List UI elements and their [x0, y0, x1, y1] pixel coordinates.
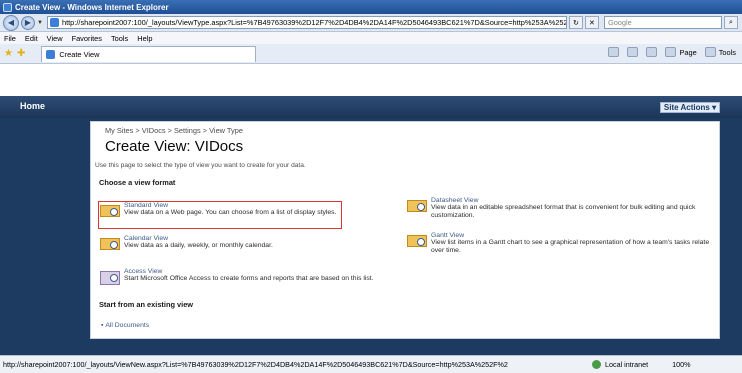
tab-page-icon [46, 49, 56, 59]
standard-view-icon [100, 205, 120, 217]
refresh-icon[interactable]: ↻ [568, 16, 583, 29]
feeds-icon[interactable] [627, 47, 639, 57]
menu-view[interactable]: View [47, 34, 63, 43]
datasheet-view-desc-2: customization. [431, 212, 475, 219]
access-view-link[interactable]: Access View [124, 268, 374, 275]
print-icon[interactable] [646, 47, 658, 57]
url-text: http://sharepoint2007:100/_layouts/ViewT… [61, 18, 567, 27]
command-bar: Page Tools [600, 47, 736, 57]
ie-icon [3, 2, 12, 12]
window-title: Create View - Windows Internet Explorer [15, 2, 169, 12]
menu-bar: File Edit View Favorites Tools Help [0, 32, 742, 44]
site-actions-label: Site Actions [663, 103, 710, 112]
url-input[interactable]: http://sharepoint2007:100/_layouts/ViewT… [46, 16, 567, 29]
status-bar: http://sharepoint2007:100/_layouts/ViewN… [0, 355, 742, 373]
search-input[interactable]: Google [603, 16, 722, 29]
back-icon[interactable]: ◀ [3, 14, 19, 31]
page-menu-icon[interactable] [665, 47, 677, 57]
standard-view-option[interactable]: Standard View View data on a Web page. Y… [100, 202, 336, 217]
zoom-level[interactable]: 100% [672, 360, 690, 369]
access-view-desc: Start Microsoft Office Access to create … [124, 275, 374, 282]
gantt-view-link[interactable]: Gantt View [431, 232, 709, 239]
choose-format-heading: Choose a view format [99, 178, 176, 187]
favorites-star-icon[interactable]: ★ [4, 48, 13, 59]
add-favorites-icon[interactable]: ✚ [17, 48, 25, 59]
calendar-view-option[interactable]: Calendar View View data as a daily, week… [100, 235, 273, 250]
tools-menu[interactable]: Tools [719, 48, 736, 57]
datasheet-view-option[interactable]: Datasheet View View data in an editable … [407, 197, 695, 220]
page-icon [49, 18, 59, 27]
content-panel: My Sites > VIDocs > Settings > View Type… [90, 121, 720, 339]
calendar-view-icon [100, 238, 120, 250]
tab-label: Create View [59, 49, 100, 59]
search-icon[interactable]: ⌕ [723, 16, 738, 29]
calendar-view-link[interactable]: Calendar View [124, 235, 273, 242]
security-zone: Local intranet [592, 360, 648, 369]
existing-view-all-documents[interactable]: ▪ All Documents [101, 322, 149, 329]
breadcrumb[interactable]: My Sites > VIDocs > Settings > View Type [105, 126, 243, 135]
datasheet-view-link[interactable]: Datasheet View [431, 197, 695, 204]
window-title-bar: Create View - Windows Internet Explorer [0, 0, 742, 14]
gantt-view-option[interactable]: Gantt View View list items in a Gantt ch… [407, 232, 709, 255]
page-description: Use this page to select the type of view… [95, 162, 306, 169]
datasheet-view-icon [407, 200, 427, 212]
existing-view-heading: Start from an existing view [99, 300, 194, 309]
page-viewport: Home Site Actions ▾ My Sites > VIDocs > … [0, 64, 742, 355]
access-view-icon [100, 271, 120, 285]
standard-view-link[interactable]: Standard View [124, 202, 336, 209]
access-view-option[interactable]: Access View Start Microsoft Office Acces… [100, 268, 374, 285]
gantt-view-desc-2: over time. [431, 247, 461, 254]
menu-file[interactable]: File [4, 34, 16, 43]
forward-icon[interactable]: ▶ [21, 15, 35, 30]
page-menu[interactable]: Page [679, 48, 696, 57]
gantt-view-icon [407, 235, 427, 247]
chevron-down-icon[interactable]: ▼ [37, 20, 43, 26]
menu-favorites[interactable]: Favorites [72, 34, 102, 43]
home-icon[interactable] [608, 47, 620, 57]
standard-view-desc: View data on a Web page. You can choose … [124, 209, 337, 216]
page-title: Create View: VIDocs [105, 138, 244, 155]
status-url: http://sharepoint2007:100/_layouts/ViewN… [3, 360, 508, 369]
tab-bar: ★ ✚ Create View Page Tools [0, 44, 742, 64]
menu-help[interactable]: Help [137, 34, 152, 43]
address-bar: ◀ ▶ ▼ http://sharepoint2007:100/_layouts… [0, 14, 742, 32]
site-actions-button[interactable]: Site Actions ▾ [660, 102, 720, 113]
menu-tools[interactable]: Tools [111, 34, 128, 43]
gantt-view-desc-1: View list items in a Gantt chart to see … [431, 239, 710, 246]
datasheet-view-desc-1: View data in an editable spreadsheet for… [431, 204, 696, 211]
site-header: Home Site Actions ▾ [0, 96, 742, 118]
calendar-view-desc: View data as a daily, weekly, or monthly… [124, 242, 273, 249]
all-documents-link[interactable]: All Documents [105, 322, 149, 329]
home-link[interactable]: Home [20, 101, 45, 111]
search-placeholder: Google [607, 18, 632, 27]
zone-label: Local intranet [605, 360, 649, 369]
menu-edit[interactable]: Edit [25, 34, 38, 43]
tab-create-view[interactable]: Create View [41, 45, 257, 62]
stop-icon[interactable]: ✕ [584, 16, 599, 29]
tools-menu-icon[interactable] [704, 47, 716, 57]
globe-icon [592, 360, 601, 369]
